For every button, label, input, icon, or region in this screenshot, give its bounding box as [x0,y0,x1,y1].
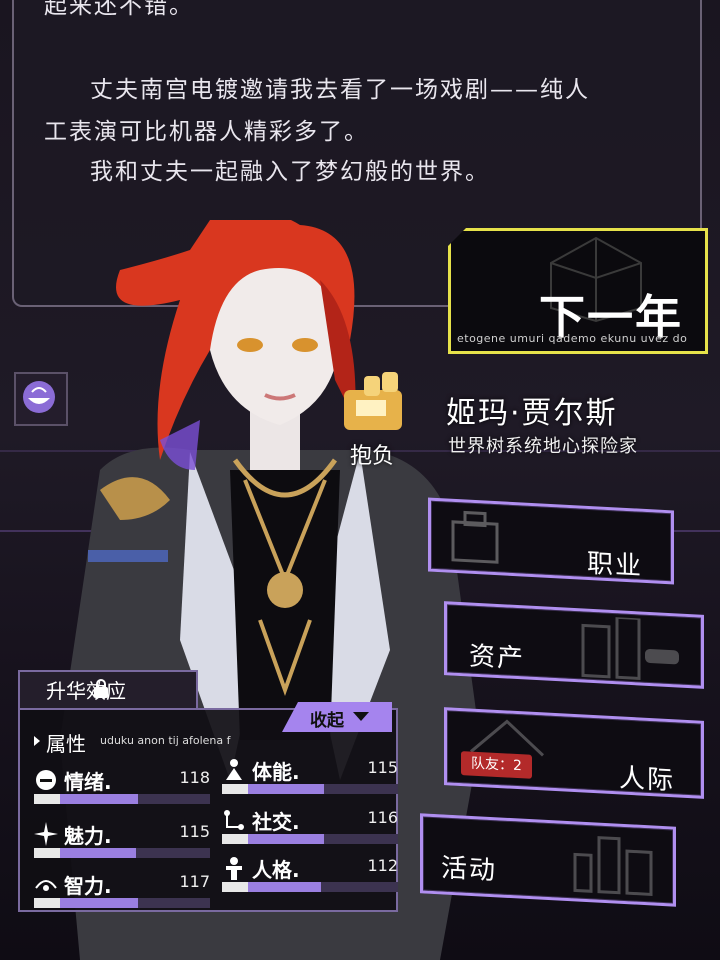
trait-gift-icon [344,372,402,430]
caret-right-icon [34,736,40,746]
stat-bar-tip [34,848,60,858]
social-label: 人际 [618,763,675,797]
stat-name: 魅力. [64,824,112,848]
collapse-button[interactable]: 收起 [282,702,392,732]
stat-value: 112 [367,856,398,875]
activity-button[interactable]: 活动 [420,813,676,907]
attributes-subtitle: uduku anon tij afolena f [100,734,231,747]
story-line-2: 工表演可比机器人精彩多了。 [44,119,369,145]
stat-physique: 体能. 115 [222,758,398,798]
stat-name: 人格. [252,858,300,882]
stat-personality: 人格. 112 [222,856,398,896]
stat-name: 体能. [252,760,300,784]
stat-name: 情绪. [64,770,112,794]
stat-intellect: 智力. 117 [34,872,210,912]
stat-bar [222,882,398,892]
emotion-icon [36,770,56,790]
attributes-panel: 属性 uduku anon tij afolena f 情绪. 118 体能. … [18,708,398,912]
attributes-title: 属性 [46,732,86,756]
story-line-1: 丈夫南宫电镀邀请我去看了一场戏剧——纯人 [90,77,590,103]
story-line-0: 起来还不错。 [44,0,194,19]
stat-bar-tip [222,784,248,794]
next-year-subtitle: etogene umuri qademo ekunu uvez do [457,332,688,345]
stat-bar-tip [222,882,248,892]
stat-value: 115 [367,758,398,777]
stat-charm: 魅力. 115 [34,822,210,862]
stat-bar [222,834,398,844]
stat-value: 117 [179,872,210,891]
stat-bar [34,794,210,804]
network-icon [224,810,244,830]
trait-label: 抱负 [350,444,395,469]
eye-icon [35,880,57,891]
career-label: 职业 [586,548,643,582]
sparkle-icon [34,822,58,846]
assets-button[interactable]: 资产 [444,601,704,689]
bowl-icon [23,381,55,413]
character-title: 世界树系统地心探险家 [448,436,638,457]
stat-bar-tip [34,794,60,804]
building-icon [581,615,679,680]
stat-name: 智力. [64,874,112,898]
ascend-effect-label: 升华效应 [46,679,126,703]
chevron-down-icon [353,712,369,721]
character-name: 姬玛·贾尔斯 [446,396,618,431]
person-icon [226,857,242,880]
physique-icon [226,759,242,780]
stat-bar [222,784,398,794]
story-line-3: 我和丈夫一起融入了梦幻般的世界。 [90,159,490,185]
lock-icon [94,679,108,698]
stat-bar-tip [222,834,248,844]
collapse-label: 收起 [310,711,344,731]
assets-label: 资产 [469,641,526,675]
career-button[interactable]: 职业 [428,497,674,585]
career-deco-icon [451,510,499,564]
stat-bar [34,898,210,908]
teammates-badge: 队友：2 [461,751,532,779]
stat-value: 116 [367,808,398,827]
stat-value: 115 [179,822,210,841]
city-icon [573,836,653,896]
stat-social: 社交. 116 [222,808,398,848]
stat-bar [34,848,210,858]
stat-value: 118 [179,768,210,787]
activity-label: 活动 [441,853,498,887]
next-year-button[interactable]: 下一年 etogene umuri qademo ekunu uvez do [448,228,708,354]
stat-bar-tip [34,898,60,908]
stat-name: 社交. [252,810,300,834]
social-button[interactable]: 队友：2 人际 [444,707,704,799]
stat-emotion: 情绪. 118 [34,768,210,808]
ascend-effect-tab[interactable]: 升华效应 [18,670,198,710]
